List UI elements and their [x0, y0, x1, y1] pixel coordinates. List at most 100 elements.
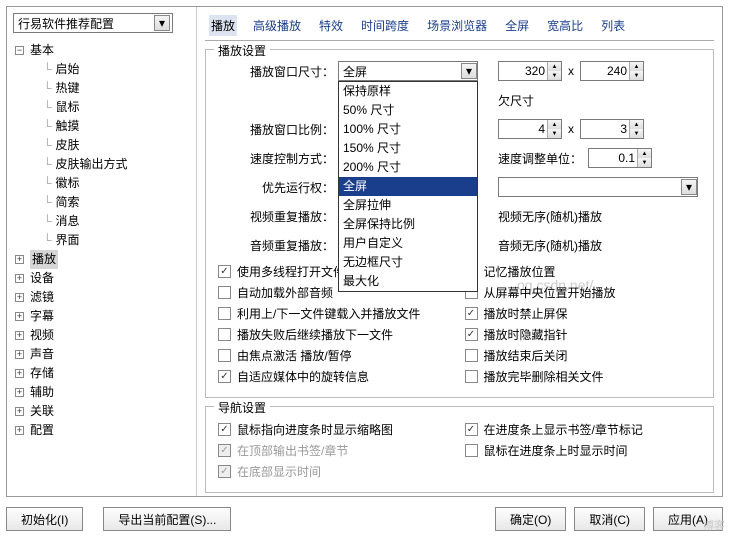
tree-item[interactable]: └界面	[13, 231, 190, 250]
checkbox[interactable]	[218, 328, 231, 341]
dropdown-item[interactable]: 150% 尺寸	[339, 139, 477, 158]
checkbox-row[interactable]: ✓自适应媒体中的旋转信息	[218, 368, 455, 385]
expand-icon[interactable]: +	[15, 293, 24, 302]
dropdown-item[interactable]: 最大化	[339, 272, 477, 291]
checkbox-row[interactable]: 播放结束后关闭	[465, 347, 702, 364]
priority-label: 优先运行权：	[218, 179, 338, 196]
priority-select[interactable]: ▾	[498, 177, 698, 197]
tree-item[interactable]: └鼠标	[13, 98, 190, 117]
tab[interactable]: 播放	[209, 15, 237, 36]
checkbox-row[interactable]: 记忆播放位置	[465, 263, 702, 280]
checkbox-row[interactable]: 由焦点激活 播放/暂停	[218, 347, 455, 364]
checkbox-row[interactable]: ✓播放时禁止屏保	[465, 305, 702, 322]
tree-node[interactable]: +辅助	[13, 383, 190, 402]
tree-item[interactable]: └热键	[13, 79, 190, 98]
checkbox-row[interactable]: 从屏幕中央位置开始播放	[465, 284, 702, 301]
checkbox-row[interactable]: 鼠标在进度条上时显示时间	[465, 442, 702, 459]
tree-item[interactable]: └徽标	[13, 174, 190, 193]
tree-node[interactable]: +字幕	[13, 307, 190, 326]
checkbox[interactable]	[218, 286, 231, 299]
checkbox-label: 从屏幕中央位置开始播放	[484, 284, 616, 301]
tree-node[interactable]: +配置	[13, 421, 190, 440]
checkbox-row[interactable]: ✓播放时隐藏指针	[465, 326, 702, 343]
expand-icon[interactable]: +	[15, 274, 24, 283]
tab[interactable]: 全屏	[503, 15, 531, 36]
checkbox[interactable]	[465, 349, 478, 362]
tree-node[interactable]: +视频	[13, 326, 190, 345]
tree-item[interactable]: └触摸	[13, 117, 190, 136]
checkbox[interactable]: ✓	[218, 265, 231, 278]
tree-node[interactable]: +设备	[13, 269, 190, 288]
checkbox[interactable]: ✓	[465, 328, 478, 341]
expand-icon[interactable]: +	[15, 350, 24, 359]
dropdown-item[interactable]: 保持原样	[339, 82, 477, 101]
ratio-b-input[interactable]: ▲▼	[580, 119, 644, 139]
height-input[interactable]: ▲▼	[580, 61, 644, 81]
checkbox[interactable]	[465, 370, 478, 383]
tree-node[interactable]: +关联	[13, 402, 190, 421]
collapse-icon[interactable]: −	[15, 46, 24, 55]
checkbox-row[interactable]: 播放失败后继续播放下一文件	[218, 326, 455, 343]
checkbox-label: 记忆播放位置	[484, 263, 556, 280]
checkbox[interactable]	[218, 349, 231, 362]
dropdown-item[interactable]: 无边框尺寸	[339, 253, 477, 272]
expand-icon[interactable]: +	[15, 407, 24, 416]
tab[interactable]: 特效	[317, 15, 345, 36]
checkbox-row[interactable]: ✓在顶部输出书签/章节	[218, 442, 455, 459]
checkbox-row[interactable]: ✓在底部显示时间	[218, 463, 455, 480]
chevron-down-icon[interactable]: ▾	[681, 179, 697, 195]
tab[interactable]: 时间跨度	[359, 15, 411, 36]
width-input[interactable]: ▲▼	[498, 61, 562, 81]
checkbox-row[interactable]: ✓在进度条上显示书签/章节标记	[465, 421, 702, 438]
tab[interactable]: 列表	[599, 15, 627, 36]
checkbox[interactable]: ✓	[465, 307, 478, 320]
checkbox[interactable]: ✓	[218, 370, 231, 383]
dropdown-item[interactable]: 用户自定义	[339, 234, 477, 253]
tree-item[interactable]: └消息	[13, 212, 190, 231]
dropdown-item[interactable]: 200% 尺寸	[339, 158, 477, 177]
profile-value: 行易软件推荐配置	[18, 15, 114, 32]
ratio-a-input[interactable]: ▲▼	[498, 119, 562, 139]
checkbox-row[interactable]: 利用上/下一文件键载入并播放文件	[218, 305, 455, 322]
ok-button[interactable]: 确定(O)	[495, 507, 566, 531]
speed-unit-input[interactable]: ▲▼	[588, 148, 652, 168]
dropdown-item[interactable]: 50% 尺寸	[339, 101, 477, 120]
dropdown-item[interactable]: 全屏保持比例	[339, 215, 477, 234]
expand-icon[interactable]: +	[15, 426, 24, 435]
checkbox[interactable]: ✓	[465, 423, 478, 436]
tab[interactable]: 宽高比	[545, 15, 585, 36]
profile-select[interactable]: 行易软件推荐配置 ▾	[13, 13, 173, 33]
tree-item[interactable]: └简索	[13, 193, 190, 212]
tree-node[interactable]: +播放	[13, 250, 190, 269]
expand-icon[interactable]: +	[15, 255, 24, 264]
play-settings-group: 播放设置 播放窗口尺寸： 全屏 ▾ 保持原样50% 尺寸100% 尺寸150% …	[205, 49, 714, 398]
tree-node[interactable]: +滤镜	[13, 288, 190, 307]
dropdown-item[interactable]: 全屏	[339, 177, 477, 196]
tree-node-root[interactable]: − 基本	[13, 41, 190, 60]
window-size-select[interactable]: 全屏 ▾ 保持原样50% 尺寸100% 尺寸150% 尺寸200% 尺寸全屏全屏…	[338, 61, 478, 81]
export-button[interactable]: 导出当前配置(S)...	[103, 507, 231, 531]
dropdown-item[interactable]: 100% 尺寸	[339, 120, 477, 139]
checkbox-row[interactable]: 播放完毕删除相关文件	[465, 368, 702, 385]
expand-icon[interactable]: +	[15, 388, 24, 397]
chevron-down-icon[interactable]: ▾	[461, 63, 477, 79]
checkbox-row[interactable]: ✓鼠标指向进度条时显示缩略图	[218, 421, 455, 438]
tree-item[interactable]: └启始	[13, 60, 190, 79]
init-button[interactable]: 初始化(I)	[6, 507, 83, 531]
tree-node[interactable]: +存储	[13, 364, 190, 383]
cancel-button[interactable]: 取消(C)	[574, 507, 645, 531]
chevron-down-icon[interactable]: ▾	[154, 15, 170, 31]
checkbox[interactable]	[465, 444, 478, 457]
tab[interactable]: 高级播放	[251, 15, 303, 36]
checkbox[interactable]: ✓	[218, 423, 231, 436]
tree-item[interactable]: └皮肤	[13, 136, 190, 155]
tree-item[interactable]: └皮肤输出方式	[13, 155, 190, 174]
tab[interactable]: 场景浏览器	[425, 15, 489, 36]
expand-icon[interactable]: +	[15, 369, 24, 378]
expand-icon[interactable]: +	[15, 331, 24, 340]
window-size-dropdown[interactable]: 保持原样50% 尺寸100% 尺寸150% 尺寸200% 尺寸全屏全屏拉伸全屏保…	[338, 81, 478, 292]
tree-node[interactable]: +声音	[13, 345, 190, 364]
expand-icon[interactable]: +	[15, 312, 24, 321]
dropdown-item[interactable]: 全屏拉伸	[339, 196, 477, 215]
checkbox[interactable]	[218, 307, 231, 320]
